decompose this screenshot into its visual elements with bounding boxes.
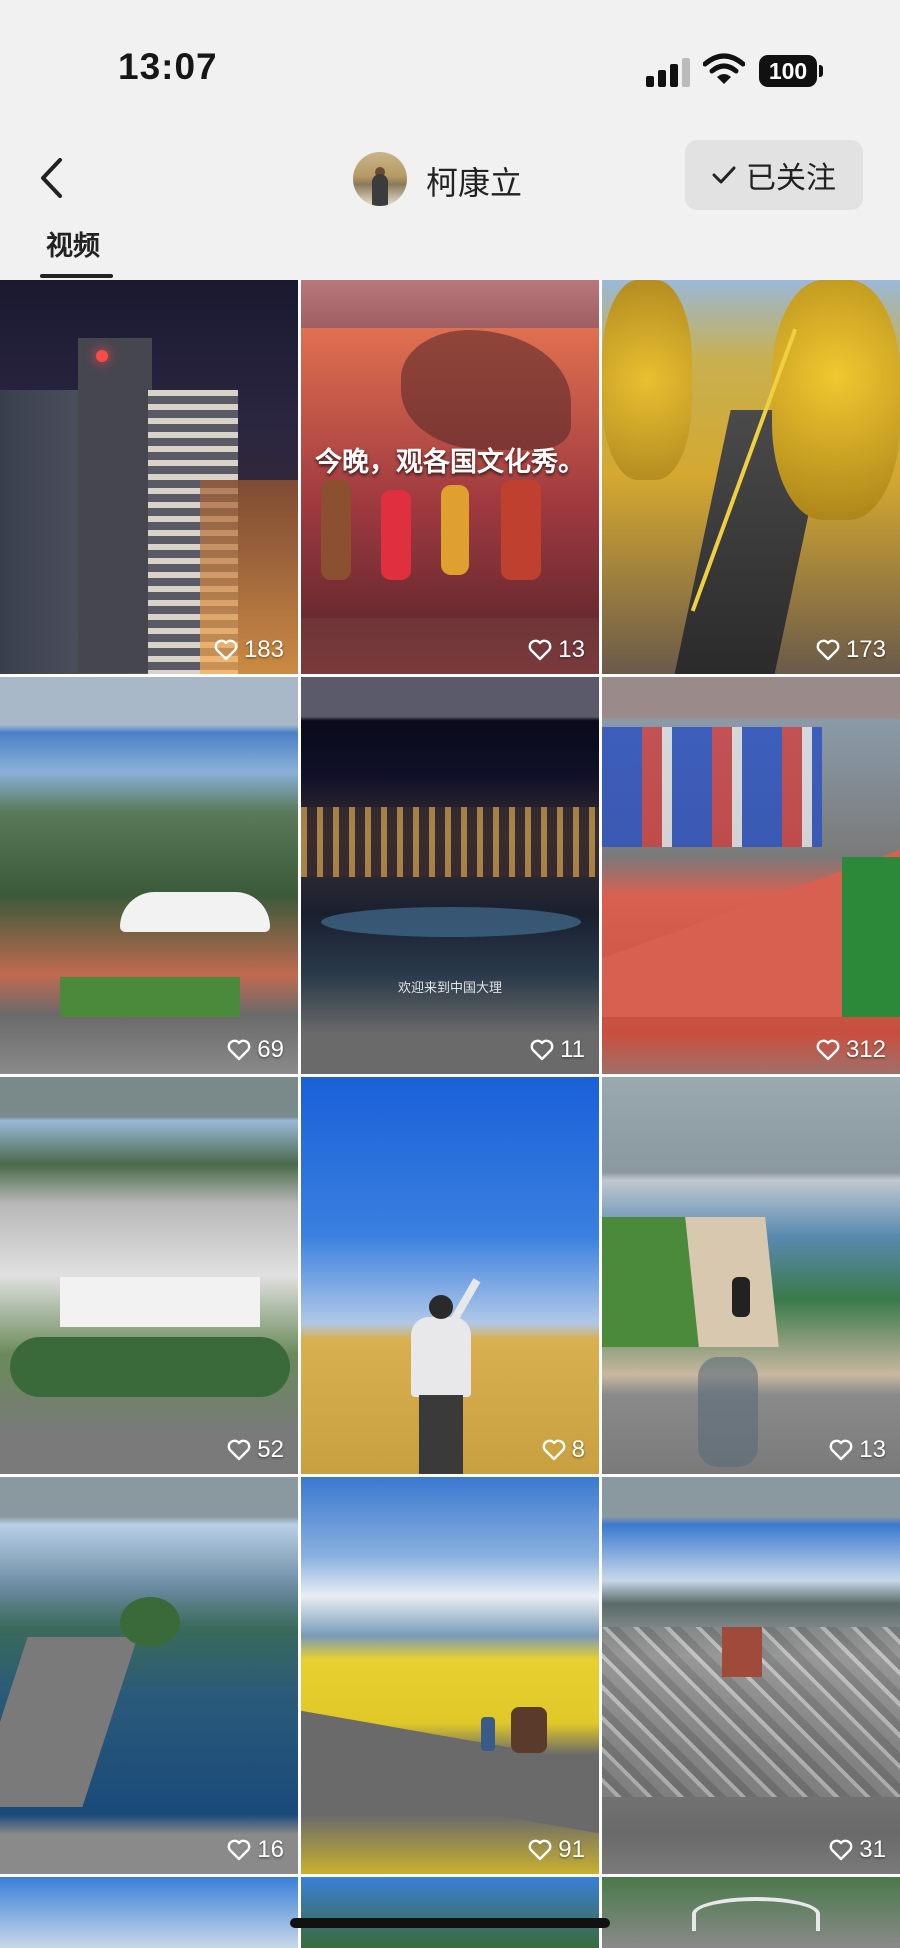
status-bar: 13:07 100 xyxy=(0,0,900,140)
video-tile-lake-pier[interactable]: 16 xyxy=(0,1477,298,1874)
like-count: 91 xyxy=(528,1836,585,1864)
status-time: 13:07 xyxy=(118,46,218,87)
like-count: 31 xyxy=(829,1836,886,1864)
like-count: 8 xyxy=(542,1436,585,1464)
checkmark-icon xyxy=(712,166,736,184)
heart-icon xyxy=(227,1439,251,1461)
heart-icon xyxy=(829,1439,853,1461)
video-tile-campus-buildings[interactable]: 52 xyxy=(0,1077,298,1474)
like-count: 13 xyxy=(829,1436,886,1464)
home-indicator[interactable] xyxy=(290,1918,610,1928)
video-caption: 今晚，观各国文化秀。 xyxy=(315,447,585,478)
wifi-icon xyxy=(703,53,745,84)
video-tile-running-track[interactable]: 312 xyxy=(602,677,900,1074)
like-count: 183 xyxy=(214,636,284,664)
video-tile-ginkgo-avenue[interactable]: 173 xyxy=(602,280,900,674)
video-tile-partial-sky[interactable] xyxy=(0,1877,298,1948)
back-button[interactable] xyxy=(28,150,74,206)
video-tile-lakeside-cycling[interactable]: 13 xyxy=(602,1077,900,1474)
heart-icon xyxy=(530,1039,554,1061)
cellular-signal-icon xyxy=(646,58,690,87)
heart-icon xyxy=(816,1039,840,1061)
battery-indicator: 100 xyxy=(759,55,823,87)
like-count: 52 xyxy=(227,1436,284,1464)
heart-icon xyxy=(528,639,552,661)
profile-name[interactable]: 柯康立 xyxy=(426,158,522,204)
video-tile-city-night[interactable]: 183 xyxy=(0,280,298,674)
video-tile-partial-trees[interactable] xyxy=(301,1877,599,1948)
tab-videos[interactable]: 视频 xyxy=(46,224,100,263)
heart-icon xyxy=(227,1039,251,1061)
like-count: 11 xyxy=(530,1036,585,1064)
like-count: 173 xyxy=(816,636,886,664)
heart-icon xyxy=(816,639,840,661)
video-tile-old-town[interactable]: 31 xyxy=(602,1477,900,1874)
video-tile-partial-aerial[interactable] xyxy=(602,1877,900,1948)
like-count: 13 xyxy=(528,636,585,664)
video-caption: 欢迎来到中国大理 xyxy=(397,981,502,996)
video-tile-rice-field[interactable]: 8 xyxy=(301,1077,599,1474)
avatar[interactable] xyxy=(353,152,407,206)
following-button[interactable]: 已关注 xyxy=(685,140,863,210)
video-tile-stage-show[interactable]: 今晚，观各国文化秀。 13 xyxy=(301,280,599,674)
video-tile-rapeseed-road[interactable]: 91 xyxy=(301,1477,599,1874)
heart-icon xyxy=(227,1839,251,1861)
like-count: 312 xyxy=(816,1036,886,1064)
heart-icon xyxy=(528,1839,552,1861)
heart-icon xyxy=(214,639,238,661)
heart-icon xyxy=(542,1439,566,1461)
chevron-left-icon xyxy=(41,158,62,198)
like-count: 16 xyxy=(227,1836,284,1864)
heart-icon xyxy=(829,1839,853,1861)
profile-header: 柯康立 已关注 视频 xyxy=(0,140,900,280)
tab-active-indicator xyxy=(40,274,113,278)
video-tile-city-night-river[interactable]: 欢迎来到中国大理 11 xyxy=(301,677,599,1074)
video-tile-campus-stadium[interactable]: 69 xyxy=(0,677,298,1074)
like-count: 69 xyxy=(227,1036,284,1064)
follow-label: 已关注 xyxy=(746,161,836,196)
